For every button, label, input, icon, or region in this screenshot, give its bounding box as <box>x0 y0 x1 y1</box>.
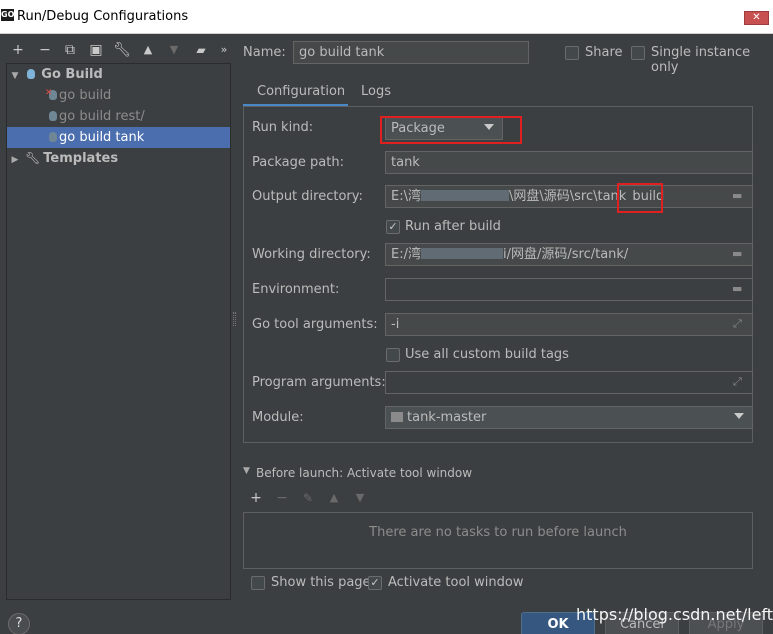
go-config-error-icon <box>45 83 59 104</box>
module-label: Module: <box>252 410 304 425</box>
go-tool-arguments-field[interactable]: -i ⤢ <box>385 313 753 336</box>
package-path-label: Package path: <box>252 155 344 170</box>
go-build-icon <box>25 66 37 80</box>
move-task-down-icon[interactable]: ▼ <box>351 489 369 507</box>
go-config-icon <box>47 129 59 143</box>
tree-group-label: Templates <box>43 151 119 166</box>
wrench-icon[interactable]: 🔧︎ <box>113 41 131 59</box>
folder-icon[interactable]: ▬ <box>732 248 747 260</box>
package-path-field[interactable]: tank <box>385 151 753 174</box>
edit-task-icon[interactable]: ✎ <box>299 489 317 507</box>
environment-label: Environment: <box>252 282 340 297</box>
save-icon[interactable]: ▣ <box>87 41 105 59</box>
tree-item-label: go build tank <box>59 130 145 145</box>
run-after-build-label: Run after build <box>405 219 501 234</box>
working-directory-field[interactable]: E:/湾 i/网盘/源码/src/tank/ ▬ <box>385 243 753 266</box>
watermark-text: https://blog.csdn.net/leftfist <box>576 605 773 624</box>
remove-task-icon[interactable]: − <box>273 489 291 507</box>
add-task-icon[interactable]: + <box>247 489 265 507</box>
title-bar: GO Run/Debug Configurations ✕ <box>0 0 773 34</box>
wrench-icon: 🔧︎ <box>25 151 41 165</box>
single-instance-label: Single instance only <box>651 45 751 75</box>
chevron-down-icon <box>734 413 744 419</box>
name-label: Name: <box>243 45 286 60</box>
goland-app-icon: GO <box>1 9 15 21</box>
expand-icon[interactable]: ⤢ <box>733 317 747 331</box>
move-task-up-icon[interactable]: ▲ <box>325 489 343 507</box>
output-dir-prefix: E:\湾 <box>391 189 421 204</box>
share-checkbox[interactable] <box>565 46 579 60</box>
tab-configuration[interactable]: Configuration <box>257 79 345 107</box>
go-config-icon <box>47 108 59 122</box>
blurred-text <box>420 190 509 201</box>
tree-group-templates[interactable]: ▶ 🔧︎ Templates <box>7 148 230 169</box>
output-directory-label: Output directory: <box>252 189 363 204</box>
tree-item-go-build-tank[interactable]: go build tank <box>7 127 230 148</box>
expand-icon[interactable]: ⤢ <box>733 375 747 389</box>
highlight-box <box>380 116 522 144</box>
module-value: tank-master <box>407 410 487 425</box>
module-dropdown[interactable]: tank-master <box>385 406 753 429</box>
tree-item-go-build-rest[interactable]: go build rest/ <box>7 106 230 127</box>
configuration-tree[interactable]: ▼ Go Build go build go build rest/ go bu… <box>6 63 231 600</box>
window-title: Run/Debug Configurations <box>17 9 189 24</box>
go-tool-arguments-label: Go tool arguments: <box>252 317 378 332</box>
working-dir-suffix: i/网盘/源码/src/tank/ <box>502 247 629 262</box>
before-launch-title: Before launch: Activate tool window <box>256 466 473 480</box>
tree-group-go-build[interactable]: ▼ Go Build <box>7 64 230 85</box>
custom-build-tags-checkbox[interactable] <box>386 348 400 362</box>
tree-item-go-build[interactable]: go build <box>7 83 230 106</box>
go-tool-arguments-value: -i <box>391 317 400 332</box>
module-folder-icon <box>391 412 403 422</box>
working-dir-prefix: E:/湾 <box>391 247 421 262</box>
working-directory-label: Working directory: <box>252 247 371 262</box>
expand-arrow-icon[interactable]: ▼ <box>9 66 21 87</box>
activate-tool-window-label: Activate tool window <box>388 575 524 590</box>
share-label: Share <box>585 45 623 60</box>
more-icon[interactable]: » <box>215 41 233 59</box>
folder-icon[interactable]: ▬ <box>732 190 747 202</box>
single-instance-checkbox[interactable] <box>631 46 645 60</box>
show-this-page-checkbox[interactable] <box>251 576 265 590</box>
splitter-handle[interactable] <box>233 312 236 326</box>
close-button[interactable]: ✕ <box>744 11 769 25</box>
run-after-build-checkbox[interactable]: ✓ <box>386 220 400 234</box>
name-field[interactable]: go build tank <box>293 41 529 64</box>
help-button[interactable]: ? <box>8 613 30 634</box>
program-arguments-label: Program arguments: <box>252 375 386 390</box>
move-up-icon[interactable]: ▲ <box>139 41 157 59</box>
run-kind-label: Run kind: <box>252 120 314 135</box>
output-directory-field[interactable]: E:\湾 \网盘\源码\src\tank build ▬ <box>385 185 753 208</box>
blurred-text <box>420 248 503 259</box>
environment-field[interactable]: ▬ <box>385 278 753 301</box>
highlight-box <box>617 183 663 213</box>
empty-task-list-text: There are no tasks to run before launch <box>369 525 627 540</box>
tree-group-label: Go Build <box>41 67 103 82</box>
collapse-arrow-icon[interactable]: ▶ <box>9 150 21 171</box>
folder-icon[interactable]: ▬ <box>732 283 747 295</box>
show-this-page-label: Show this page <box>271 575 371 590</box>
move-down-icon[interactable]: ▼ <box>165 41 183 59</box>
tree-item-label: go build <box>59 88 112 103</box>
copy-icon[interactable]: ⧉ <box>61 41 79 59</box>
tab-logs[interactable]: Logs <box>361 79 391 107</box>
folder-add-icon[interactable]: ▰ <box>192 41 210 59</box>
program-arguments-field[interactable]: ⤢ <box>385 371 753 394</box>
add-icon[interactable]: + <box>9 41 27 59</box>
tree-item-label: go build rest/ <box>59 109 145 124</box>
custom-build-tags-label: Use all custom build tags <box>405 347 569 362</box>
output-dir-mid: \网盘\源码\src\tank <box>508 189 627 204</box>
before-launch-task-list[interactable]: There are no tasks to run before launch <box>243 512 753 569</box>
activate-tool-window-checkbox[interactable]: ✓ <box>368 576 382 590</box>
collapse-arrow-icon[interactable]: ▼ <box>243 466 250 476</box>
remove-icon[interactable]: − <box>36 41 54 59</box>
